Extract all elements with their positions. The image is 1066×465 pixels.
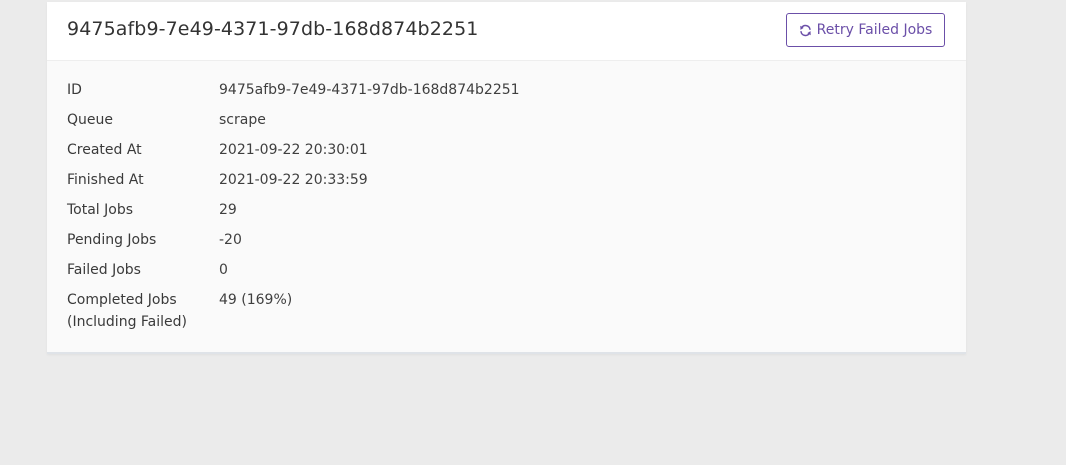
detail-label: Completed Jobs (Including Failed)	[67, 289, 217, 333]
detail-label-line: (Including Failed)	[67, 314, 187, 330]
detail-label-line: Completed Jobs	[67, 292, 177, 308]
detail-value: 2021-09-22 20:30:01	[219, 142, 368, 158]
card-header: 9475afb9-7e49-4371-97db-168d874b2251 Ret…	[47, 2, 966, 61]
retry-button-label: Retry Failed Jobs	[816, 22, 933, 38]
detail-label: Finished At	[67, 172, 144, 188]
detail-label: Pending Jobs	[67, 232, 157, 248]
detail-value: scrape	[219, 112, 266, 128]
detail-label: Failed Jobs	[67, 262, 141, 278]
detail-label: Created At	[67, 142, 142, 158]
detail-value: 9475afb9-7e49-4371-97db-168d874b2251	[219, 82, 520, 98]
detail-value: 29	[219, 202, 237, 218]
detail-value: -20	[219, 232, 242, 248]
detail-label: Queue	[67, 112, 113, 128]
detail-value: 0	[219, 262, 228, 278]
detail-label: ID	[67, 82, 82, 98]
detail-value: 2021-09-22 20:33:59	[219, 172, 368, 188]
page-title: 9475afb9-7e49-4371-97db-168d874b2251	[67, 18, 479, 40]
batch-details-card: 9475afb9-7e49-4371-97db-168d874b2251 Ret…	[47, 2, 966, 354]
detail-label: Total Jobs	[67, 202, 134, 218]
refresh-icon	[799, 24, 812, 37]
detail-value: 49 (169%)	[219, 292, 293, 308]
retry-failed-jobs-button[interactable]: Retry Failed Jobs	[786, 13, 945, 47]
